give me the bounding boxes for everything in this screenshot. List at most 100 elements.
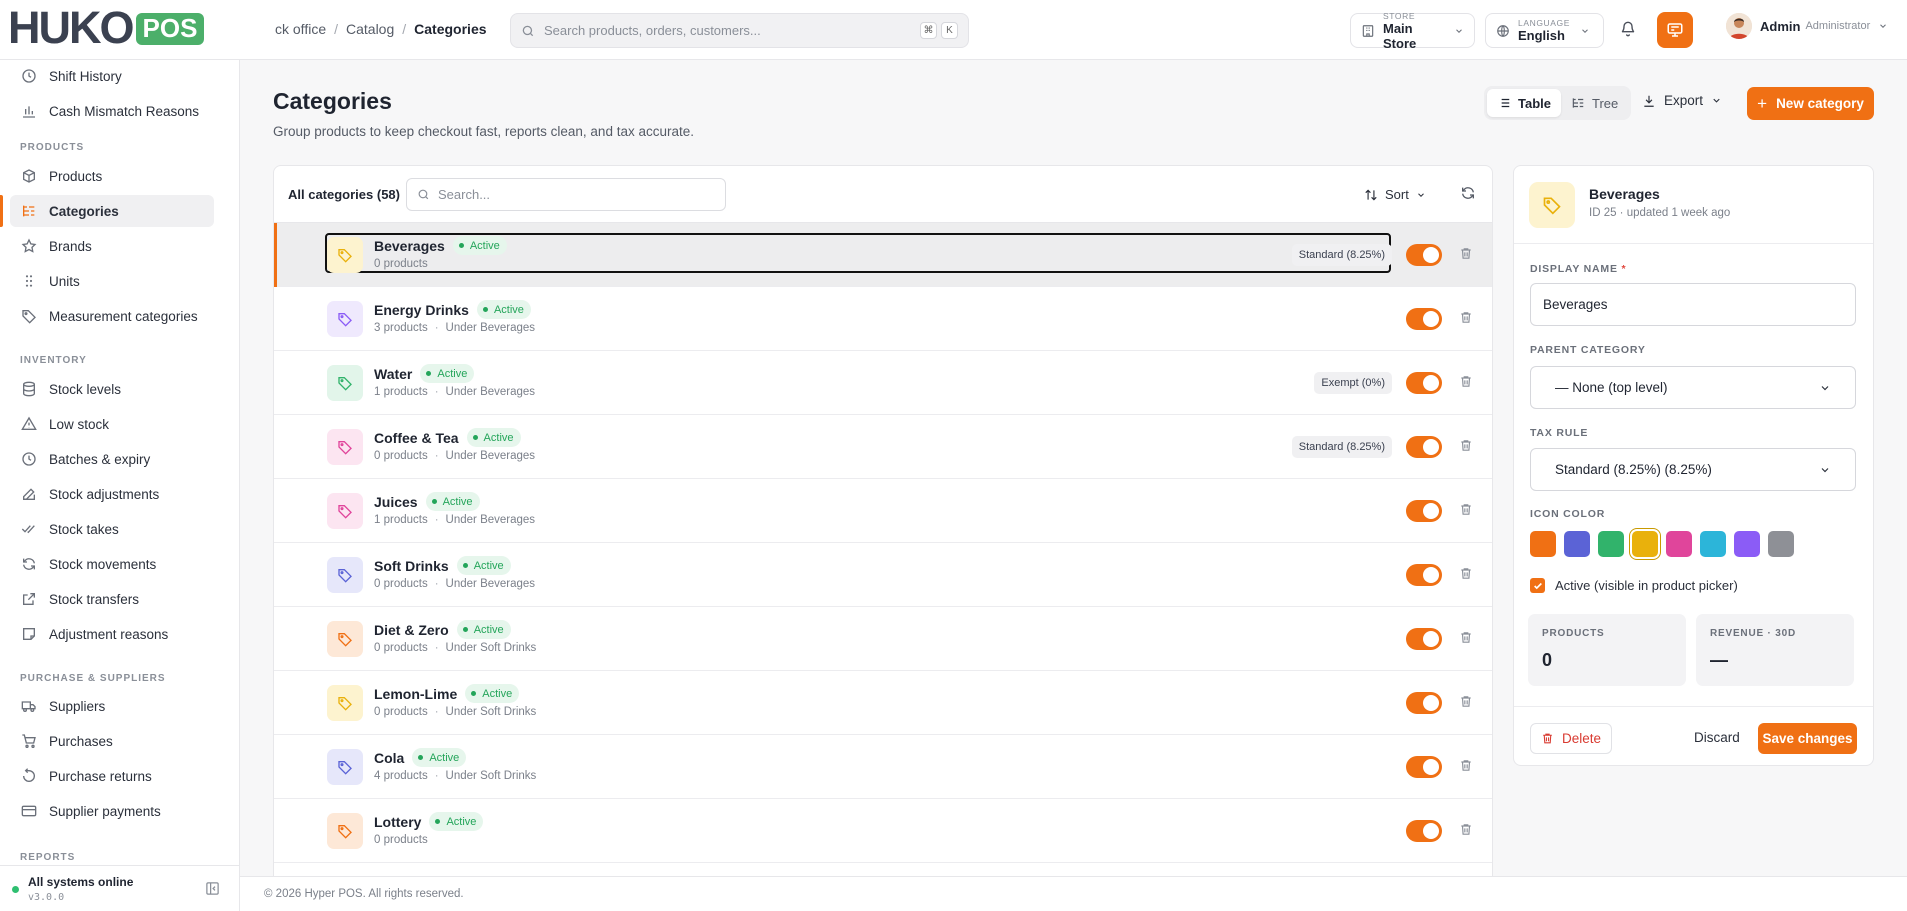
- sidebar-item-label: Low stock: [49, 416, 110, 432]
- active-toggle[interactable]: [1406, 372, 1442, 394]
- color-swatch[interactable]: [1700, 531, 1726, 557]
- notifications-bell-icon[interactable]: [1620, 20, 1636, 38]
- sidebar-item-low-stock[interactable]: Low stock: [10, 408, 214, 440]
- view-tree-button[interactable]: Tree: [1561, 89, 1628, 117]
- save-changes-button[interactable]: Save changes: [1758, 723, 1857, 754]
- view-table-button[interactable]: Table: [1487, 89, 1561, 117]
- sidebar: Shift History Cash Mismatch Reasons PROD…: [0, 60, 240, 911]
- store-selector[interactable]: STORE Main Store: [1350, 11, 1475, 51]
- trash-icon[interactable]: [1459, 374, 1473, 389]
- sidebar-item-suppliers[interactable]: Suppliers: [10, 690, 214, 722]
- category-count: All categories (58): [288, 187, 400, 202]
- category-row[interactable]: Soft Drinks Active 0 products · Under Bevera…: [274, 543, 1492, 607]
- color-swatch[interactable]: [1768, 531, 1794, 557]
- meta-separator: ·: [434, 578, 439, 590]
- category-search-input[interactable]: Search...: [406, 178, 726, 211]
- category-meta: 4 products · Under Soft Drinks: [374, 770, 536, 782]
- status-dot: [471, 691, 477, 696]
- active-toggle[interactable]: [1406, 308, 1442, 330]
- sidebar-item-purchases[interactable]: Purchases: [10, 725, 214, 757]
- parent-category-label: PARENT CATEGORY: [1530, 344, 1646, 356]
- status-badge: Active: [412, 748, 467, 767]
- category-row[interactable]: Beverages Active 0 products Standard (8.25%…: [274, 223, 1492, 287]
- sidebar-item-shift-history[interactable]: Shift History: [10, 60, 214, 92]
- sidebar-item-label: Stock adjustments: [49, 486, 160, 502]
- sidebar-item-stock-levels[interactable]: Stock levels: [10, 373, 214, 405]
- active-toggle[interactable]: [1406, 436, 1442, 458]
- trash-icon[interactable]: [1459, 630, 1473, 645]
- breadcrumb-item-back-office[interactable]: ck office: [275, 21, 326, 37]
- trash-icon[interactable]: [1459, 502, 1473, 517]
- sidebar-item-purchase-returns[interactable]: Purchase returns: [10, 760, 214, 792]
- trash-icon[interactable]: [1459, 438, 1473, 453]
- trash-icon[interactable]: [1459, 758, 1473, 773]
- delete-button[interactable]: Delete: [1530, 723, 1612, 754]
- color-swatch[interactable]: [1598, 531, 1624, 557]
- card-icon: [20, 802, 38, 820]
- trash-icon[interactable]: [1459, 694, 1473, 709]
- sidebar-item-supplier-payments[interactable]: Supplier payments: [10, 795, 214, 827]
- sidebar-item-cash-mismatch-reasons[interactable]: Cash Mismatch Reasons: [10, 95, 214, 127]
- category-row[interactable]: Juices Active 1 products · Under Beverages: [274, 479, 1492, 543]
- collapse-sidebar-icon[interactable]: [205, 881, 220, 896]
- trash-icon[interactable]: [1459, 310, 1473, 325]
- open-pos-button[interactable]: [1657, 12, 1693, 48]
- active-toggle[interactable]: [1406, 564, 1442, 586]
- category-tag-icon: [327, 301, 363, 337]
- search-icon: [521, 24, 535, 38]
- global-search-input[interactable]: Search products, orders, customers... ⌘ …: [510, 13, 969, 48]
- active-toggle[interactable]: [1406, 692, 1442, 714]
- trash-icon[interactable]: [1459, 822, 1473, 837]
- category-name: Water Active: [374, 364, 475, 383]
- display-name-input[interactable]: Beverages: [1530, 283, 1856, 326]
- new-category-button[interactable]: + New category: [1747, 87, 1874, 120]
- sidebar-item-products[interactable]: Products: [10, 160, 214, 192]
- export-label: Export: [1664, 93, 1704, 108]
- export-button[interactable]: Export: [1642, 93, 1722, 108]
- sidebar-item-stock-adjustments[interactable]: Stock adjustments: [10, 478, 214, 510]
- active-toggle[interactable]: [1406, 820, 1442, 842]
- trash-icon[interactable]: [1459, 246, 1473, 261]
- logo[interactable]: HUKO POS: [8, 5, 205, 50]
- category-row[interactable]: Water Active 1 products · Under Beverages Exe…: [274, 351, 1492, 415]
- color-swatch[interactable]: [1734, 531, 1760, 557]
- category-row[interactable]: Lemon-Lime Active 0 products · Under Soft Dr…: [274, 671, 1492, 735]
- sidebar-item-adjustment-reasons[interactable]: Adjustment reasons: [10, 618, 214, 650]
- category-row[interactable]: Cola Active 4 products · Under Soft Drinks: [274, 735, 1492, 799]
- category-tag-icon: [327, 749, 363, 785]
- category-row[interactable]: Coffee & Tea Active 0 products · Under Bever…: [274, 415, 1492, 479]
- color-swatch[interactable]: [1564, 531, 1590, 557]
- category-row[interactable]: Diet & Zero Active 0 products · Under Soft D…: [274, 607, 1492, 671]
- breadcrumb-item-catalog[interactable]: Catalog: [346, 21, 394, 37]
- active-toggle[interactable]: [1406, 500, 1442, 522]
- language-selector[interactable]: LANGUAGE English: [1485, 13, 1604, 48]
- color-swatch[interactable]: [1530, 531, 1556, 557]
- sidebar-item-measurement-categories[interactable]: Measurement categories: [10, 300, 214, 332]
- sort-button[interactable]: Sort: [1364, 187, 1426, 202]
- parent-category-select[interactable]: — None (top level): [1530, 366, 1856, 409]
- sidebar-item-categories[interactable]: Categories: [10, 195, 214, 227]
- active-toggle[interactable]: [1406, 244, 1442, 266]
- status-badge: Active: [465, 684, 520, 703]
- sidebar-item-stock-transfers[interactable]: Stock transfers: [10, 583, 214, 615]
- sidebar-item-label: Stock levels: [49, 381, 122, 397]
- color-swatch[interactable]: [1666, 531, 1692, 557]
- refresh-icon[interactable]: [1460, 185, 1476, 201]
- trash-icon[interactable]: [1459, 566, 1473, 581]
- color-swatch[interactable]: [1632, 531, 1658, 557]
- active-toggle[interactable]: [1406, 756, 1442, 778]
- sidebar-item-stock-takes[interactable]: Stock takes: [10, 513, 214, 545]
- icon-color-label: ICON COLOR: [1530, 508, 1606, 520]
- tax-rule-select[interactable]: Standard (8.25%) (8.25%): [1530, 448, 1856, 491]
- category-row[interactable]: Lottery Active 0 products: [274, 799, 1492, 863]
- sidebar-item-brands[interactable]: Brands: [10, 230, 214, 262]
- active-toggle[interactable]: [1406, 628, 1442, 650]
- category-row[interactable]: Energy Drinks Active 3 products · Under Beve…: [274, 287, 1492, 351]
- sidebar-item-stock-movements[interactable]: Stock movements: [10, 548, 214, 580]
- active-checkbox[interactable]: Active (visible in product picker): [1530, 578, 1738, 593]
- parent-category-value: — None (top level): [1555, 380, 1668, 395]
- sidebar-item-units[interactable]: Units: [10, 265, 214, 297]
- sidebar-item-batches-expiry[interactable]: Batches & expiry: [10, 443, 214, 475]
- user-menu[interactable]: Admin Administrator: [1726, 13, 1888, 39]
- discard-button[interactable]: Discard: [1694, 730, 1740, 745]
